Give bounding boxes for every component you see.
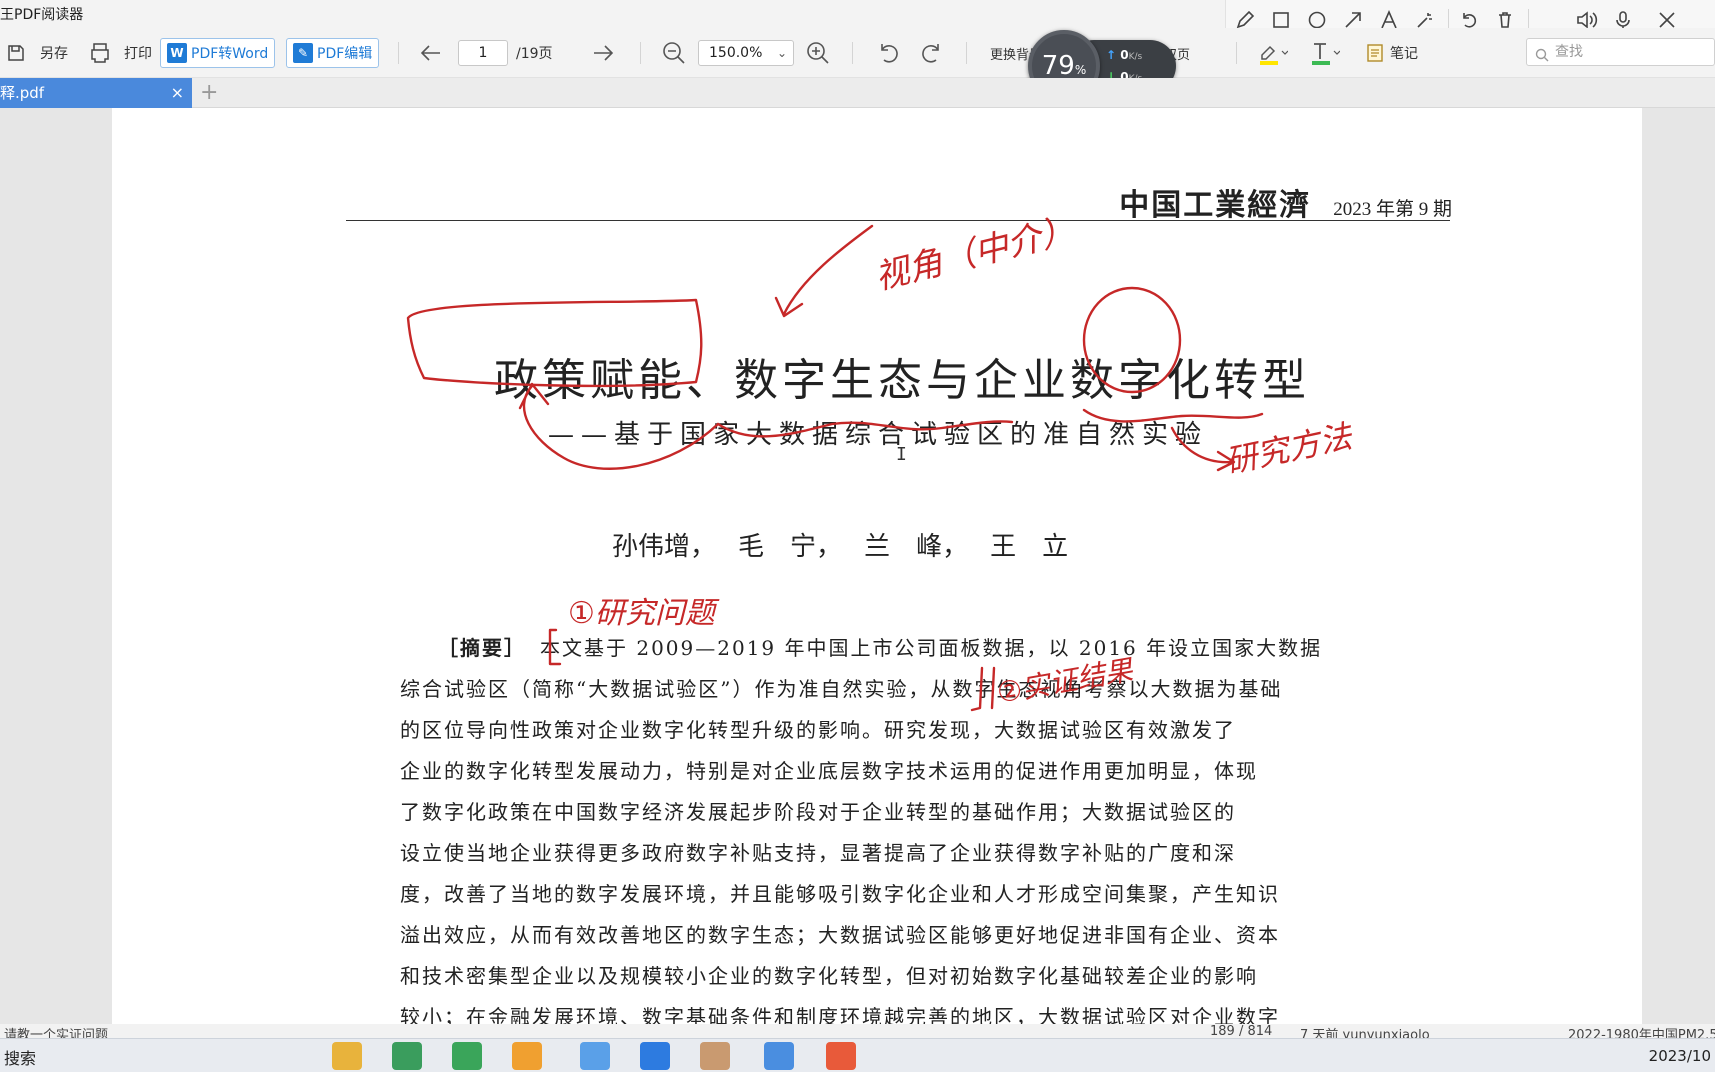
search-input[interactable]: 查找 xyxy=(1526,38,1715,66)
abstract-label: ［摘要］ xyxy=(438,636,526,660)
annotation-perspective: 视角（中介） xyxy=(871,209,1079,298)
text-cursor-icon: I xyxy=(896,444,907,465)
prev-page-icon[interactable] xyxy=(420,38,442,68)
ink-arrow-perspective xyxy=(774,224,874,318)
printer-icon[interactable] xyxy=(88,38,112,68)
tab-document[interactable]: 释.pdf × xyxy=(0,78,192,108)
spreadsheet-app-icon[interactable] xyxy=(392,1042,422,1070)
running-head: 中国工業經濟 2023 年第 9 期 xyxy=(1119,180,1452,224)
abstract-line: 本文基于 2009—2019 年中国上市公司面板数据，以 2016 年设立国家大… xyxy=(540,636,1323,660)
taskbar-search[interactable]: 搜索 xyxy=(4,1045,36,1069)
status-bar: 请教一个实证问题 189 / 814 7 天前 yunyunxiaolo 202… xyxy=(0,1024,1715,1043)
abstract-line: 和技术密集型企业以及规模较小企业的数字化转型，但对初始数字化基础较差企业的影响 xyxy=(400,964,1258,988)
abstract-line: 较小；在金融发展环境、数字基础条件和制度环境越完善的地区，大数据试验区对企业数字 xyxy=(400,1005,1280,1024)
abstract-line: 设立使当地企业获得更多政府数字补贴支持，显著提高了企业获得数字补贴的广度和深 xyxy=(400,841,1236,865)
header-rule xyxy=(346,220,1450,221)
close-icon[interactable]: × xyxy=(171,78,184,108)
abstract-line: 溢出效应，从而有效改善地区的数字生态；大数据试验区能够更好地促进非国有企业、资本 xyxy=(400,923,1280,947)
annotation-method: 研究方法 xyxy=(1221,417,1355,481)
search-icon xyxy=(1535,45,1549,71)
app-icon[interactable] xyxy=(700,1042,730,1070)
page-number-input[interactable]: 1 xyxy=(458,40,508,66)
abstract-line: 综合试验区（简称“大数据试验区”）作为准自然实验，从数字生态视角考察以大数据为基… xyxy=(400,677,1283,701)
pdf-page: 中国工業經濟 2023 年第 9 期 政策赋能、数字生态与企业数字化转型 ——基… xyxy=(112,108,1642,1024)
rotate-left-icon[interactable] xyxy=(876,38,900,68)
save-icon[interactable] xyxy=(6,38,26,68)
author: 王 立 xyxy=(990,532,1069,562)
author: 兰 峰 xyxy=(864,532,943,562)
zoom-in-icon[interactable] xyxy=(806,38,830,68)
abstract-line: 企业的数字化转型发展动力，特别是对企业底层数字技术运用的促进作用更加明显，体现 xyxy=(400,759,1258,783)
abstract-line: 的区位导向性政策对企业数字化转型升级的影响。研究发现，大数据试验区有效激发了 xyxy=(400,718,1236,742)
notes-button[interactable]: 笔记 xyxy=(1366,38,1418,68)
abstract-line: 度，改善了当地的数字发展环境，并且能够吸引数字化企业和人才形成空间集聚，产生知识 xyxy=(400,882,1280,906)
pdf-to-word-label: PDF转Word xyxy=(191,46,269,62)
journal-name: 中国工業經濟 xyxy=(1119,188,1312,223)
pdf-app-icon[interactable] xyxy=(826,1042,856,1070)
clock: 2023/10 xyxy=(1648,1047,1711,1065)
upload-speed: ↑ 0K/s xyxy=(1106,48,1143,62)
main-toolbar: 另存 打印 W PDF转Word ✎ PDF编辑 1 /19页 150.0% ⌄… xyxy=(0,28,1715,78)
next-page-icon[interactable] xyxy=(592,38,614,68)
pdf-edit-label: PDF编辑 xyxy=(317,46,373,62)
app-icon[interactable] xyxy=(764,1042,794,1070)
edit-icon: ✎ xyxy=(293,43,313,63)
taskbar: 搜索 2023/10 xyxy=(0,1038,1715,1072)
annotation-question: ①研究问题 xyxy=(568,596,715,631)
print-button[interactable]: 打印 xyxy=(124,38,152,68)
word-icon: W xyxy=(167,43,187,63)
file-explorer-icon[interactable] xyxy=(332,1042,362,1070)
paper-subtitle: ——基于国家大数据综合试验区的准自然实验 xyxy=(548,420,1209,450)
browser-icon[interactable] xyxy=(452,1042,482,1070)
author: 毛 宁 xyxy=(738,532,817,562)
zoom-select[interactable]: 150.0% ⌄ xyxy=(698,40,794,66)
paper-title: 政策赋能、数字生态与企业数字化转型 xyxy=(494,355,1310,406)
issue-number: 2023 年第 9 期 xyxy=(1333,199,1452,220)
tab-bar: 释.pdf × + xyxy=(0,78,1715,108)
pdf-to-word-button[interactable]: W PDF转Word xyxy=(160,38,276,68)
highlighter-icon[interactable] xyxy=(1258,38,1288,68)
add-tab-icon[interactable]: + xyxy=(200,80,218,106)
zoom-out-icon[interactable] xyxy=(662,38,686,68)
page-counter: 189 / 814 xyxy=(1210,1024,1273,1039)
abstract-line: 了数字化政策在中国数字经济发展起步阶段对于企业转型的基础作用；大数据试验区的 xyxy=(400,800,1236,824)
edge-icon[interactable] xyxy=(640,1042,670,1070)
document-viewport[interactable]: 中国工業經濟 2023 年第 9 期 政策赋能、数字生态与企业数字化转型 ——基… xyxy=(0,108,1715,1024)
tab-label: 释.pdf xyxy=(0,84,45,102)
abstract: ［摘要］ 本文基于 2009—2019 年中国上市公司面板数据，以 2016 年设… xyxy=(400,628,1510,1024)
pdf-edit-button[interactable]: ✎ PDF编辑 xyxy=(286,38,380,68)
rotate-right-icon[interactable] xyxy=(920,38,944,68)
author-list: 孙伟增， 毛 宁， 兰 峰， 王 立 xyxy=(612,526,1068,563)
search-placeholder: 查找 xyxy=(1555,44,1583,60)
chevron-down-icon: ⌄ xyxy=(776,46,787,60)
notes-label: 笔记 xyxy=(1390,46,1418,62)
cpu-percent: 79 xyxy=(1041,51,1075,81)
text-color-icon[interactable] xyxy=(1310,38,1340,68)
note-icon xyxy=(1367,44,1383,62)
app-icon[interactable] xyxy=(580,1042,610,1070)
page-total: /19页 xyxy=(516,46,553,62)
author: 孙伟增 xyxy=(612,532,691,562)
app-title: 王PDF阅读器 xyxy=(0,7,84,23)
zoom-value: 150.0% xyxy=(709,45,763,61)
save-as-button[interactable]: 另存 xyxy=(40,38,68,68)
chat-app-icon[interactable] xyxy=(512,1042,542,1070)
